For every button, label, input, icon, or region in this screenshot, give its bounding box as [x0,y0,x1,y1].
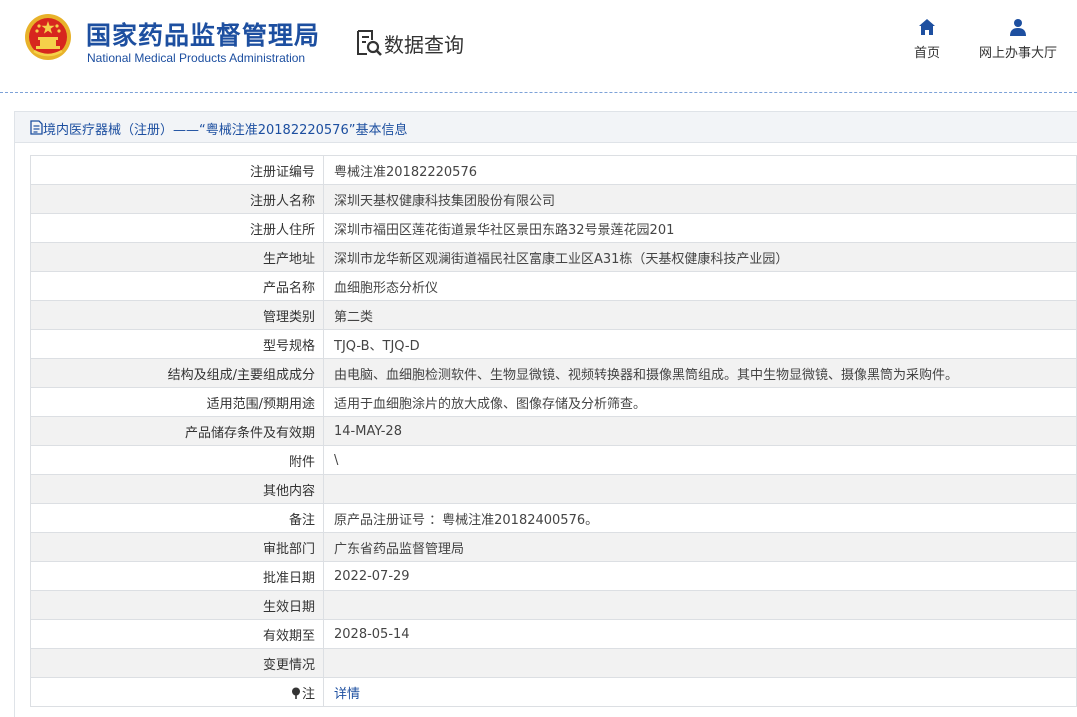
field-label: 生效日期 [30,590,324,620]
agency-name-cn: 国家药品监督管理局 [86,21,321,50]
field-value: 2028-05-14 [323,619,1077,649]
field-label: 变更情况 [30,648,324,678]
table-row: 变更情况 [30,648,1077,678]
field-value: 深圳市龙华新区观澜街道福民社区富康工业区A31栋（天基权健康科技产业园） [323,242,1077,272]
field-value: 14-MAY-28 [323,416,1077,446]
table-row: 结构及组成/主要组成成分 由电脑、血细胞检测软件、生物显微镜、视频转换器和摄像黑筒… [30,358,1077,388]
breadcrumb-text: 境内医疗器械（注册）——“粤械注准20182220576”基本信息 [43,123,408,138]
note-value-cell: 详情 [323,677,1077,707]
field-label: 注册人名称 [30,184,324,214]
nav-home-label: 首页 [913,46,940,61]
field-label: 型号规格 [30,329,324,359]
field-label: 注册人住所 [30,213,324,243]
field-value [323,648,1077,678]
field-label: 管理类别 [30,300,324,330]
breadcrumb: 境内医疗器械（注册）——“粤械注准20182220576”基本信息 [14,111,1077,143]
field-value: \ [323,445,1077,475]
table-row: 适用范围/预期用途 适用于血细胞涂片的放大成像、图像存储及分析筛查。 [30,387,1077,417]
table-row: 审批部门 广东省药品监督管理局 [30,532,1077,562]
table-row-note: 注 详情 [30,677,1077,707]
field-value: 血细胞形态分析仪 [323,271,1077,301]
table-row: 型号规格 TJQ-B、TJQ-D [30,329,1077,359]
field-label: 生产地址 [30,242,324,272]
document-search-icon [357,30,382,56]
table-row: 批准日期 2022-07-29 [30,561,1077,591]
pin-icon [291,687,300,699]
field-label: 注册证编号 [30,155,324,185]
table-row: 注册人名称 深圳天基权健康科技集团股份有限公司 [30,184,1077,214]
field-value: 第二类 [323,300,1077,330]
table-row: 产品名称 血细胞形态分析仪 [30,271,1077,301]
field-value: 原产品注册证号 ：粤械注准20182400576。 [323,503,1077,533]
table-row: 附件 \ [30,445,1077,475]
field-value: 由电脑、血细胞检测软件、生物显微镜、视频转换器和摄像黑筒组成。其中生物显微镜、摄… [323,358,1077,388]
note-label-cell: 注 [30,677,324,707]
data-query-label: 数据查询 [384,33,464,57]
table-row: 备注 原产品注册证号 ：粤械注准20182400576。 [30,503,1077,533]
field-label: 附件 [30,445,324,475]
nav-online-hall[interactable]: 网上办事大厅 [970,18,1066,61]
field-value [323,590,1077,620]
table-row: 其他内容 [30,474,1077,504]
field-value: 深圳天基权健康科技集团股份有限公司 [323,184,1077,214]
nav-home[interactable]: 首页 [904,18,950,61]
table-row: 生产地址 深圳市龙华新区观澜街道福民社区富康工业区A31栋（天基权健康科技产业园） [30,242,1077,272]
header-divider [0,92,1077,93]
table-row: 注册证编号 粤械注准20182220576 [30,155,1077,185]
field-label: 适用范围/预期用途 [30,387,324,417]
field-label: 结构及组成/主要组成成分 [30,358,324,388]
field-label: 批准日期 [30,561,324,591]
field-value: 2022-07-29 [323,561,1077,591]
table-row: 注册人住所 深圳市福田区莲花街道景华社区景田东路32号景莲花园201 [30,213,1077,243]
detail-table: 注册证编号 粤械注准20182220576 注册人名称 深圳天基权健康科技集团股份有限… [30,155,1077,707]
table-row: 管理类别 第二类 [30,300,1077,330]
details-link[interactable]: 详情 [334,687,360,702]
field-value [323,474,1077,504]
field-label: 产品名称 [30,271,324,301]
agency-name-en: National Medical Products Administration [87,51,306,65]
field-value: 粤械注准20182220576 [323,155,1077,185]
field-label: 产品储存条件及有效期 [30,416,324,446]
table-row: 有效期至 2028-05-14 [30,619,1077,649]
field-value: 广东省药品监督管理局 [323,532,1077,562]
home-icon [919,19,935,35]
nav-online-hall-label: 网上办事大厅 [978,46,1057,61]
note-label: 注 [301,686,315,702]
field-label: 审批部门 [30,532,324,562]
table-row: 生效日期 [30,590,1077,620]
document-icon [30,120,43,135]
field-label: 有效期至 [30,619,324,649]
field-value: 适用于血细胞涂片的放大成像、图像存储及分析筛查。 [323,387,1077,417]
site-header: 国家药品监督管理局 National Medical Products Admi… [0,0,1077,88]
national-emblem-icon [25,14,71,60]
user-icon [1010,19,1026,36]
field-value: TJQ-B、TJQ-D [323,329,1077,359]
table-row: 产品储存条件及有效期 14-MAY-28 [30,416,1077,446]
field-label: 其他内容 [30,474,324,504]
field-label: 备注 [30,503,324,533]
field-value: 深圳市福田区莲花街道景华社区景田东路32号景莲花园201 [323,213,1077,243]
